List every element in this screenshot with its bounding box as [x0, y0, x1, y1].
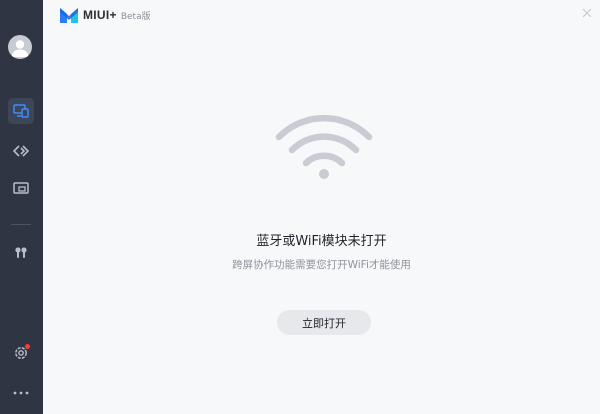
status-subtitle: 跨屏协作功能需要您打开WiFi才能使用 — [232, 259, 411, 271]
sidebar-divider — [11, 224, 31, 225]
user-icon — [11, 40, 29, 57]
sidebar — [0, 0, 43, 414]
app-tag: Beta版 — [120, 11, 151, 22]
sidebar-item-earbuds[interactable] — [8, 239, 34, 265]
chevrons-icon — [13, 145, 29, 157]
sidebar-item-cross-connect[interactable] — [8, 138, 34, 164]
app-name: MIUI+ — [83, 8, 117, 22]
miui-logo-icon — [60, 8, 78, 23]
open-now-button[interactable]: 立即打开 — [277, 310, 371, 335]
main-panel: MIUI+ Beta版 蓝牙或WiFi模块未打开 跨屏协作功能需要您打开WiFi… — [43, 0, 600, 414]
earbuds-icon — [15, 247, 27, 258]
close-icon — [582, 8, 592, 18]
cast-screen-icon — [13, 181, 29, 194]
avatar[interactable] — [8, 35, 32, 59]
settings-button[interactable] — [8, 340, 34, 366]
wifi-icon — [275, 114, 373, 179]
status-title: 蓝牙或WiFi模块未打开 — [256, 234, 387, 249]
close-button[interactable] — [580, 6, 594, 20]
more-dots-icon — [13, 391, 29, 395]
sidebar-item-screen-cast[interactable] — [8, 175, 34, 201]
more-button[interactable] — [8, 380, 34, 406]
device-screens-icon — [13, 104, 29, 118]
titlebar: MIUI+ Beta版 — [59, 5, 151, 25]
sidebar-item-devices[interactable] — [8, 98, 34, 124]
settings-badge — [25, 344, 30, 349]
